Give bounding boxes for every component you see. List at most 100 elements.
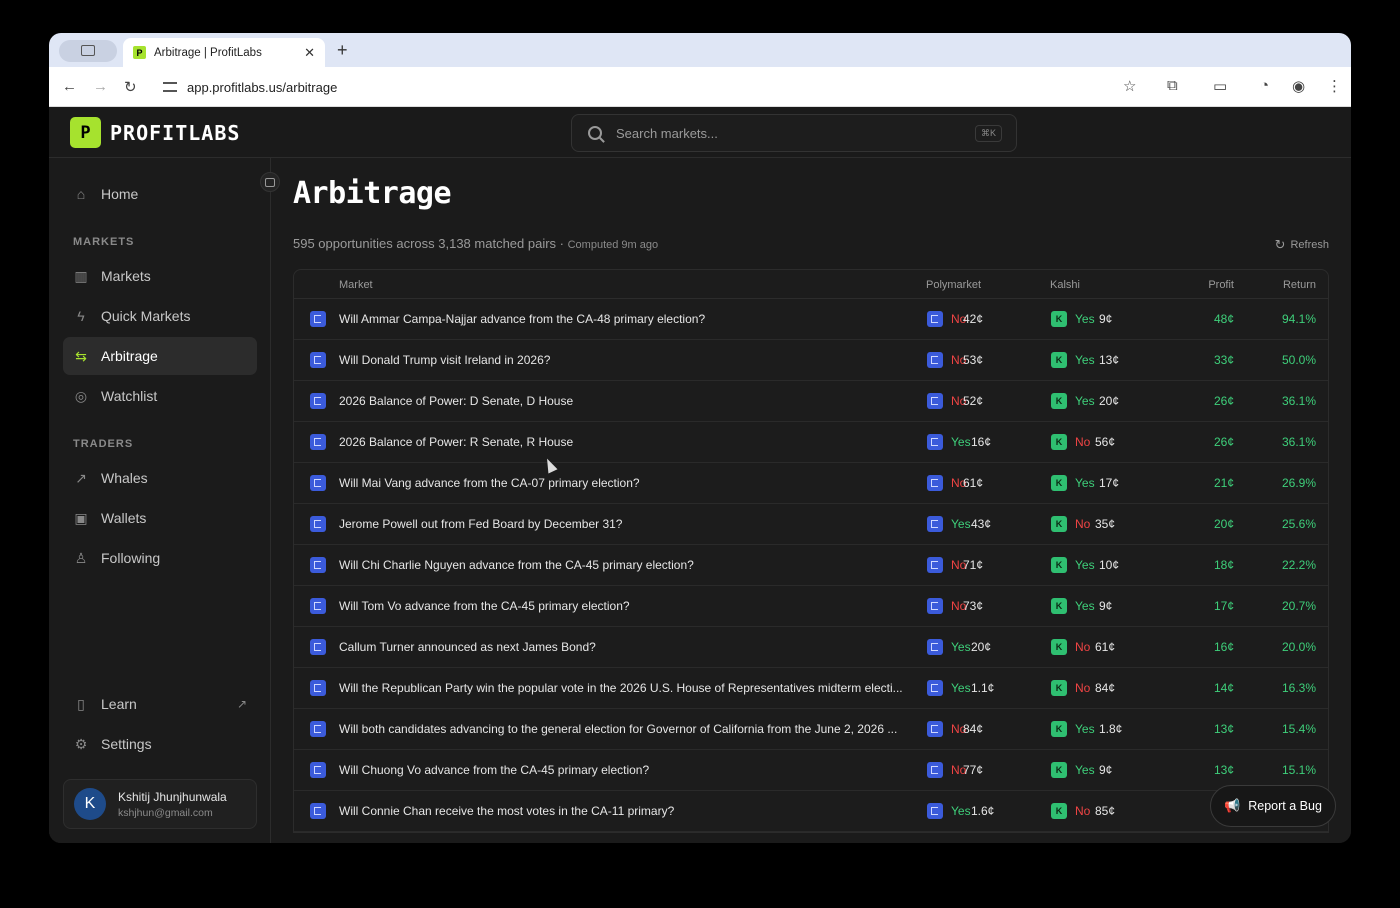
table-row[interactable]: Jerome Powell out from Fed Board by Dece…: [294, 504, 1328, 545]
kalshi-price: 10¢: [1099, 558, 1120, 572]
trend-line-icon: ↗: [75, 469, 87, 486]
tab-search-icon: [81, 45, 95, 56]
browser-window: P Arbitrage | ProfitLabs ✕ + ← → ↻ app.p…: [49, 33, 1351, 843]
site-info-icon[interactable]: [163, 82, 177, 92]
kalshi-icon: K: [1051, 393, 1067, 409]
profit-value: 18¢: [1213, 558, 1234, 572]
market-name[interactable]: Will Chi Charlie Nguyen advance from the…: [339, 558, 913, 572]
sidebar-item-home[interactable]: ⌂ Home: [63, 175, 257, 213]
market-name[interactable]: 2026 Balance of Power: D Senate, D House: [339, 394, 913, 408]
logo-text[interactable]: PROFITLABS: [110, 121, 240, 145]
table-row[interactable]: Will Donald Trump visit Ireland in 2026?…: [294, 340, 1328, 381]
kalshi-side: Yes: [1075, 353, 1095, 367]
tab-close-icon[interactable]: ✕: [304, 45, 315, 61]
kalshi-side: Yes: [1075, 394, 1095, 408]
polymarket-icon: [927, 393, 943, 409]
search-box[interactable]: ⌘K: [571, 114, 1017, 152]
browser-tab-active[interactable]: P Arbitrage | ProfitLabs ✕: [123, 38, 325, 67]
tab-title: Arbitrage | ProfitLabs: [154, 46, 262, 59]
menu-kebab-icon[interactable]: ⋮: [1327, 77, 1342, 95]
market-name[interactable]: Callum Turner announced as next James Bo…: [339, 640, 913, 654]
reload-icon[interactable]: ↻: [124, 78, 137, 96]
sidebar-collapse-button[interactable]: [260, 172, 280, 192]
polymarket-logo-icon: [310, 393, 326, 409]
address-bar[interactable]: app.profitlabs.us/arbitrage: [155, 73, 1157, 101]
polymarket-price: 84¢: [963, 722, 984, 736]
sidebar-item-wallets[interactable]: ▣ Wallets: [63, 499, 257, 537]
col-market[interactable]: Market: [339, 279, 373, 291]
kalshi-price: 1.8¢: [1099, 722, 1123, 736]
table-row[interactable]: Will the Republican Party win the popula…: [294, 668, 1328, 709]
search-input[interactable]: [616, 125, 975, 141]
col-profit[interactable]: Profit: [1208, 279, 1234, 291]
kalshi-price: 35¢: [1095, 517, 1116, 531]
sidebar-item-quick-markets[interactable]: ϟ Quick Markets: [63, 297, 257, 335]
refresh-button[interactable]: ↻ Refresh: [1275, 237, 1329, 253]
avatar: K: [74, 788, 106, 820]
kalshi-price: 9¢: [1099, 312, 1113, 326]
report-bug-button[interactable]: 📢 Report a Bug: [1210, 785, 1336, 827]
sidebar-item-following[interactable]: ♙ Following: [63, 539, 257, 577]
profit-value: 16¢: [1213, 640, 1234, 654]
sidebar-item-arbitrage[interactable]: ⇆ Arbitrage: [63, 337, 257, 375]
back-icon[interactable]: ←: [62, 78, 77, 95]
sidebar-item-label: Settings: [101, 736, 152, 752]
col-return[interactable]: Return: [1283, 279, 1316, 291]
table-row[interactable]: Will Ammar Campa-Najjar advance from the…: [294, 299, 1328, 340]
cast-icon[interactable]: ▭: [1213, 77, 1227, 95]
gear-icon: ⚙: [74, 735, 88, 752]
polymarket-icon: [927, 352, 943, 368]
bookmark-star-icon[interactable]: ☆: [1123, 77, 1136, 95]
table-row[interactable]: Callum Turner announced as next James Bo…: [294, 627, 1328, 668]
table-row[interactable]: Will Chi Charlie Nguyen advance from the…: [294, 545, 1328, 586]
market-name[interactable]: Will both candidates advancing to the ge…: [339, 722, 913, 736]
table-row[interactable]: Will Tom Vo advance from the CA-45 prima…: [294, 586, 1328, 627]
table-row[interactable]: Will Mai Vang advance from the CA-07 pri…: [294, 463, 1328, 504]
logo-mark[interactable]: P: [70, 117, 101, 148]
polymarket-icon: [927, 680, 943, 696]
market-name[interactable]: Will Ammar Campa-Najjar advance from the…: [339, 312, 913, 326]
market-name[interactable]: 2026 Balance of Power: R Senate, R House: [339, 435, 913, 449]
forward-icon[interactable]: →: [93, 78, 108, 95]
kalshi-side: Yes: [1075, 312, 1095, 326]
market-name[interactable]: Will Donald Trump visit Ireland in 2026?: [339, 353, 913, 367]
market-name[interactable]: Will Mai Vang advance from the CA-07 pri…: [339, 476, 913, 490]
performance-icon[interactable]: ◔: [1260, 77, 1269, 94]
computed-time: Computed 9m ago: [567, 239, 659, 251]
external-link-icon: ↗: [236, 697, 247, 711]
market-name[interactable]: Will Connie Chan receive the most votes …: [339, 804, 913, 818]
market-name[interactable]: Will Tom Vo advance from the CA-45 prima…: [339, 599, 913, 613]
sidebar-item-whales[interactable]: ↗ Whales: [63, 459, 257, 497]
polymarket-logo-icon: [310, 475, 326, 491]
market-name[interactable]: Jerome Powell out from Fed Board by Dece…: [339, 517, 913, 531]
return-value: 15.4%: [1281, 722, 1316, 736]
tab-group-button[interactable]: [59, 40, 117, 62]
col-polymarket[interactable]: Polymarket: [926, 279, 981, 291]
table-row[interactable]: 2026 Balance of Power: D Senate, D House…: [294, 381, 1328, 422]
col-kalshi[interactable]: Kalshi: [1050, 279, 1080, 291]
polymarket-logo-icon: [310, 762, 326, 778]
polymarket-logo-icon: [310, 352, 326, 368]
extensions-icon[interactable]: ⧉: [1167, 77, 1178, 94]
market-name[interactable]: Will the Republican Party win the popula…: [339, 681, 913, 695]
url-text: app.profitlabs.us/arbitrage: [187, 79, 338, 95]
sidebar-item-settings[interactable]: ⚙ Settings: [63, 725, 257, 763]
sidebar-item-watchlist[interactable]: ◎ Watchlist: [63, 377, 257, 415]
table-row[interactable]: Will Connie Chan receive the most votes …: [294, 791, 1328, 832]
table-row[interactable]: Will Chuong Vo advance from the CA-45 pr…: [294, 750, 1328, 791]
return-value: 50.0%: [1281, 353, 1316, 367]
table-row[interactable]: Will both candidates advancing to the ge…: [294, 709, 1328, 750]
polymarket-price: 43¢: [971, 517, 992, 531]
sidebar-item-markets[interactable]: ▥ Markets: [63, 257, 257, 295]
profit-value: 26¢: [1213, 394, 1234, 408]
profile-icon[interactable]: ◉: [1292, 77, 1305, 95]
polymarket-logo-icon: [310, 516, 326, 532]
search-shortcut-badge: ⌘K: [974, 124, 1002, 142]
table-row[interactable]: 2026 Balance of Power: R Senate, R House…: [294, 422, 1328, 463]
sidebar-item-label: Wallets: [101, 510, 147, 526]
market-name[interactable]: Will Chuong Vo advance from the CA-45 pr…: [339, 763, 913, 777]
sidebar-item-learn[interactable]: ▯ Learn ↗: [63, 685, 257, 723]
new-tab-icon[interactable]: +: [337, 40, 348, 61]
kalshi-icon: K: [1051, 352, 1067, 368]
user-card[interactable]: K Kshitij Jhunjhunwala kshjhun@gmail.com: [63, 779, 257, 829]
